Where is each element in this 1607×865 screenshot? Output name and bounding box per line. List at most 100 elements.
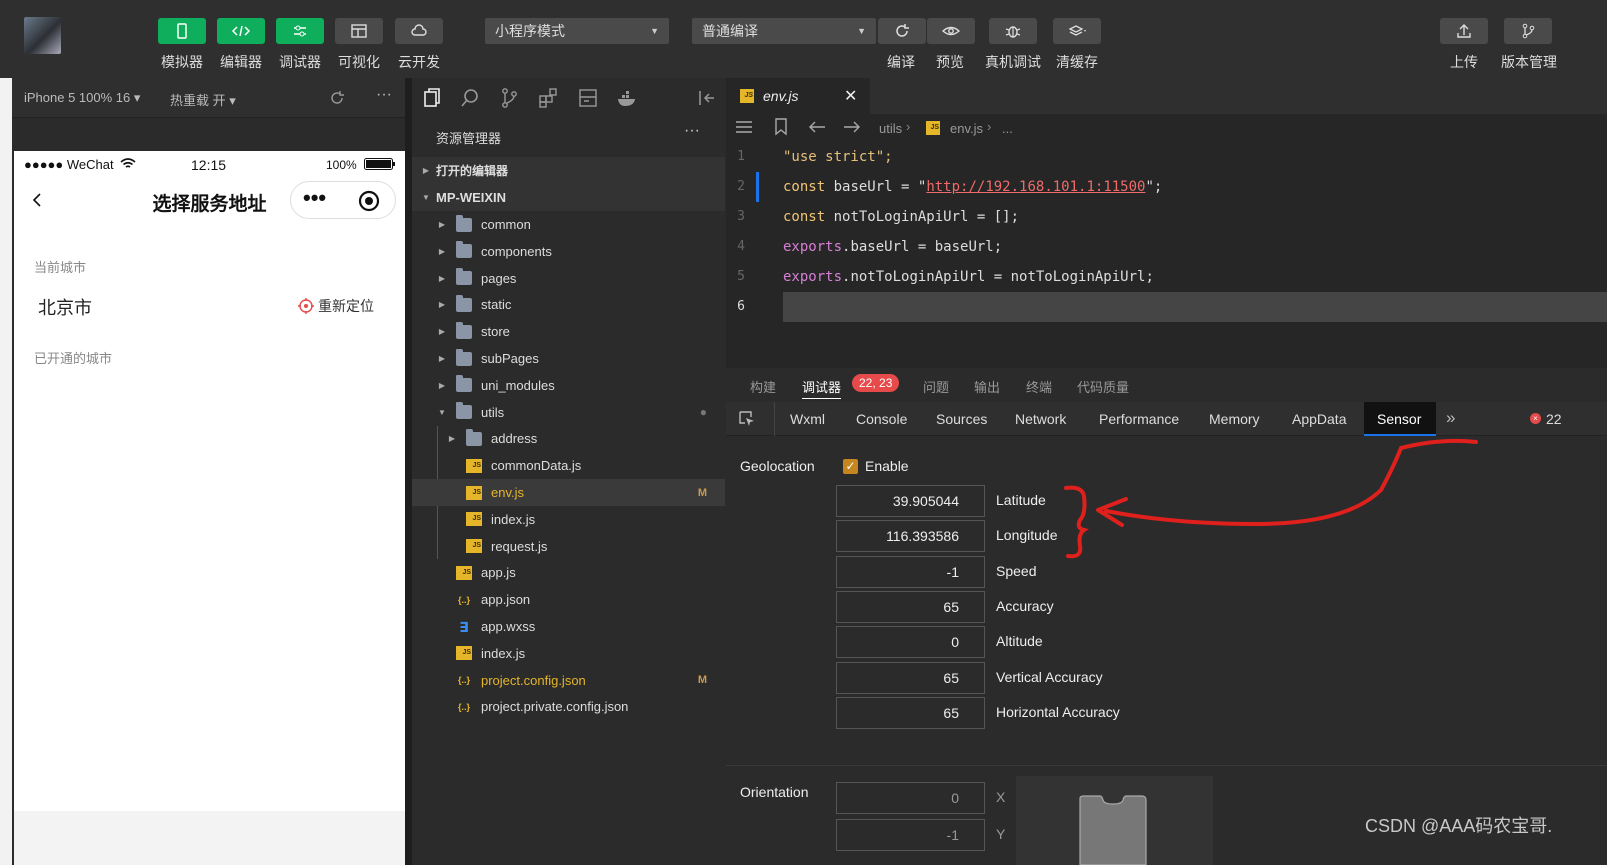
storage-icon[interactable] [577,87,599,109]
tree-file[interactable]: ∃ app.wxss [412,613,725,640]
tab-code-quality[interactable]: 代码质量 [1077,377,1129,396]
more-icon[interactable]: ··· [376,86,392,104]
sensor-value-input[interactable]: 0 [836,626,985,659]
clear-cache-button[interactable] [1053,18,1101,44]
tab-sensor[interactable]: Sensor [1377,411,1421,427]
compile-select[interactable]: 普通编译 ▼ [692,18,876,44]
tree-item-label: project.private.config.json [481,699,629,715]
extensions-icon[interactable] [537,87,559,109]
refresh-icon[interactable] [328,89,346,107]
tab-terminal[interactable]: 终端 [1026,377,1052,396]
code-line[interactable]: 1 "use strict"; [726,142,1607,172]
search-icon[interactable] [459,87,481,109]
error-count[interactable]: 22 [1546,411,1562,427]
sensor-value-input[interactable]: 65 [836,590,985,623]
avatar[interactable] [24,17,61,54]
source-control-icon[interactable] [498,87,520,109]
tree-file[interactable]: JS app.js [412,559,725,586]
docker-icon[interactable] [616,87,638,109]
tab-debugger[interactable]: 调试器 [802,377,842,399]
simulator-toggle-button[interactable] [158,18,206,44]
remote-debug-button[interactable] [989,18,1037,44]
tree-folder[interactable]: ▶ pages [412,265,725,292]
css-file-icon: ∃ [459,618,469,635]
orientation-preview[interactable] [1016,776,1213,865]
orientation-x-input[interactable]: 0 [836,782,985,814]
code-line[interactable]: 2 const baseUrl = "http://192.168.101.1:… [726,172,1607,202]
sensor-value-input[interactable]: -1 [836,555,985,588]
tree-file[interactable]: JS env.js M [412,479,725,506]
tab-output[interactable]: 输出 [974,377,1000,396]
more-tabs-icon[interactable]: » [1446,408,1455,428]
enable-checkbox[interactable]: ✓ Enable [843,458,909,474]
tree-file[interactable]: {..} app.json [412,586,725,613]
relocate-button[interactable]: 重新定位 [298,296,374,316]
code-line[interactable]: 3 const notToLoginApiUrl = []; [726,202,1607,232]
tab-network[interactable]: Network [1015,411,1066,427]
orientation-y-input[interactable]: -1 [836,819,985,851]
visual-toggle-button[interactable] [335,18,383,44]
cloud-dev-button[interactable] [395,18,443,44]
line-number: 4 [737,239,745,254]
breadcrumb-file[interactable]: env.js [950,121,983,136]
tree-file[interactable]: {..} project.config.json M [412,667,725,694]
version-button[interactable] [1504,18,1552,44]
arrow-left-icon[interactable] [808,120,826,134]
preview-button[interactable] [927,18,975,44]
sensor-value-input[interactable]: 65 [836,661,985,694]
collapse-panel-icon[interactable] [696,87,718,109]
mode-select[interactable]: 小程序模式 ▼ [485,18,669,44]
tab-performance[interactable]: Performance [1099,411,1179,427]
watermark: CSDN @AAA码农宝哥. [1365,816,1553,836]
carrier-text: ●●●●● WeChat [24,157,114,172]
checkbox-checked-icon: ✓ [843,458,858,474]
tree-folder[interactable]: ▶ common [412,211,725,238]
tree-file[interactable]: JS request.js [412,533,725,560]
close-icon[interactable]: ✕ [844,86,857,106]
tab-sources[interactable]: Sources [936,411,987,427]
capsule-more-icon[interactable]: ••• [303,186,326,210]
debugger-toggle-button[interactable] [276,18,324,44]
sensor-value-input[interactable]: 65 [836,696,985,729]
tree-folder[interactable]: ▶ subPages [412,345,725,372]
tab-wxml[interactable]: Wxml [790,411,825,427]
menu-capsule[interactable]: ••• [290,181,396,219]
tree-file[interactable]: {..} project.private.config.json [412,693,725,720]
tree-folder[interactable]: ▼ utils ● [412,399,725,426]
upload-button[interactable] [1440,18,1488,44]
inspect-element-icon[interactable] [738,410,756,428]
device-select[interactable]: iPhone 5 100% 16 ▾ [24,90,140,106]
sensor-value-input[interactable]: 39.905044 [836,485,985,517]
breadcrumb-ellipsis[interactable]: ... [1002,121,1013,136]
editor-toggle-button[interactable] [217,18,265,44]
list-icon[interactable] [735,120,753,134]
tree-folder[interactable]: ▶ store [412,318,725,345]
open-editors-section[interactable]: ▶ 打开的编辑器 [412,157,725,184]
tree-file[interactable]: JS index.js [412,506,725,533]
tab-problems[interactable]: 问题 [923,377,949,396]
project-section[interactable]: ▼ MP-WEIXIN [412,184,725,211]
tab-console[interactable]: Console [856,411,907,427]
tree-folder[interactable]: ▶ address [412,425,725,452]
close-miniprogram-icon[interactable] [358,190,380,212]
files-icon[interactable] [421,87,443,109]
bookmark-icon[interactable] [774,118,788,136]
tab-env-js[interactable]: JS env.js ✕ [726,78,870,114]
code-line-current[interactable]: 6 [726,292,1607,322]
code-line[interactable]: 4 exports.baseUrl = baseUrl; [726,232,1607,262]
tab-appdata[interactable]: AppData [1292,411,1346,427]
explorer-more-icon[interactable]: ··· [684,122,700,140]
arrow-right-icon[interactable] [843,120,861,134]
tree-file[interactable]: JS index.js [412,640,725,667]
tree-file[interactable]: JS commonData.js [412,452,725,479]
tab-build[interactable]: 构建 [750,377,776,396]
code-line[interactable]: 5 exports.notToLoginApiUrl = notToLoginA… [726,262,1607,292]
hot-reload-toggle[interactable]: 热重载 开 ▾ [170,90,236,109]
tree-folder[interactable]: ▶ static [412,291,725,318]
compile-button[interactable] [878,18,926,44]
sensor-value-input[interactable]: 116.393586 [836,520,985,553]
tree-folder[interactable]: ▶ uni_modules [412,372,725,399]
tab-memory[interactable]: Memory [1209,411,1260,427]
tree-folder[interactable]: ▶ components [412,238,725,265]
breadcrumb-folder[interactable]: utils [879,121,902,136]
